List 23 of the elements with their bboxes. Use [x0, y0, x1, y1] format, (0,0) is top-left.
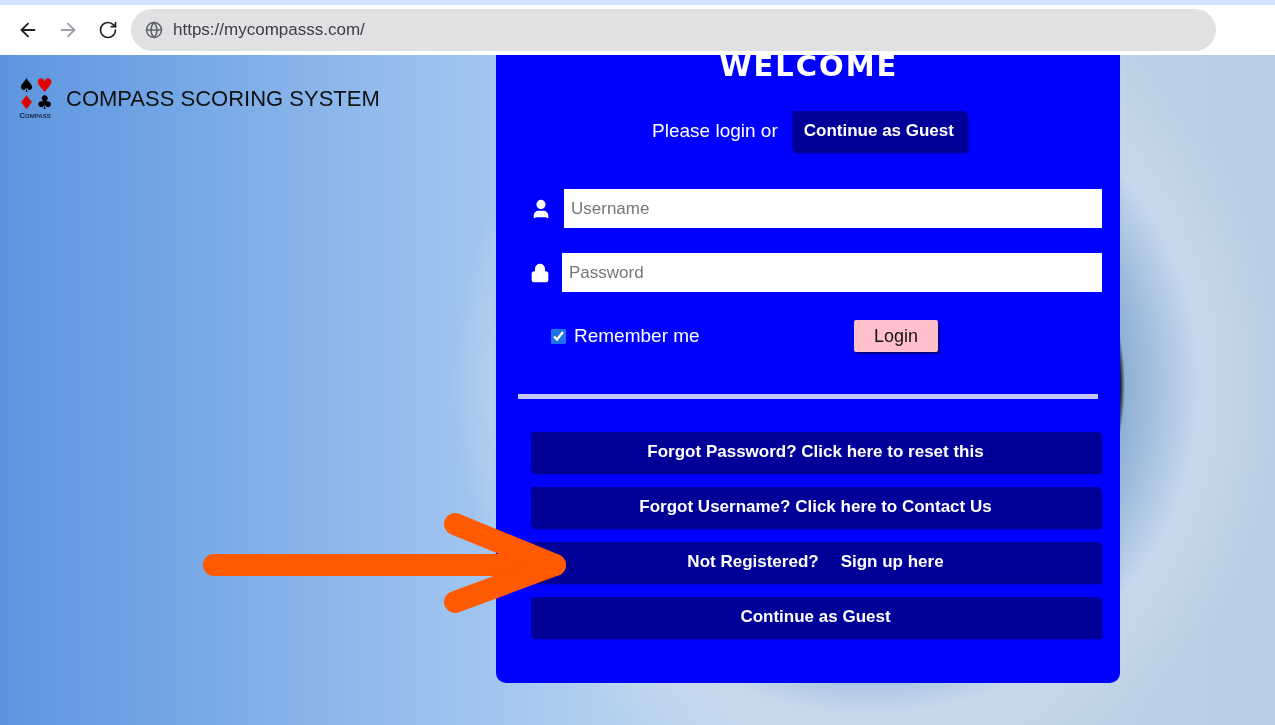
suit-icon: ♠ — [18, 77, 32, 94]
remember-label: Remember me — [574, 325, 701, 347]
welcome-title: WELCOME — [718, 49, 900, 83]
reload-icon — [98, 20, 118, 40]
address-bar[interactable]: https://mycompasss.com/ — [131, 9, 1216, 51]
link-button[interactable]: Forgot Password? Click here to reset this — [531, 432, 1100, 472]
link-button[interactable]: Continue as Guest — [531, 597, 1100, 637]
logo-caption: Compass — [19, 111, 51, 120]
lock-icon — [530, 262, 550, 283]
link-button[interactable]: Forgot Username? Click here to Contact Us — [531, 487, 1100, 527]
remember-checkbox[interactable] — [551, 328, 566, 344]
guest-button[interactable]: Continue as Guest — [791, 111, 966, 151]
password-field[interactable]: Password — [562, 253, 1102, 292]
site-title: COMPASS SCORING SYSTEM — [66, 85, 380, 112]
username-field[interactable]: Username — [564, 189, 1102, 228]
login-prompt: Please login or — [652, 120, 778, 142]
suit-icon: ♥ — [36, 77, 52, 94]
login-button[interactable]: Login — [854, 320, 939, 352]
link-button[interactable]: Not Registered? Sign up here — [531, 542, 1100, 582]
globe-icon — [145, 21, 163, 39]
url-text: https://mycompasss.com/ — [173, 20, 365, 40]
suit-icon: ♣ — [36, 94, 52, 111]
suit-icon: ♦ — [18, 94, 32, 111]
